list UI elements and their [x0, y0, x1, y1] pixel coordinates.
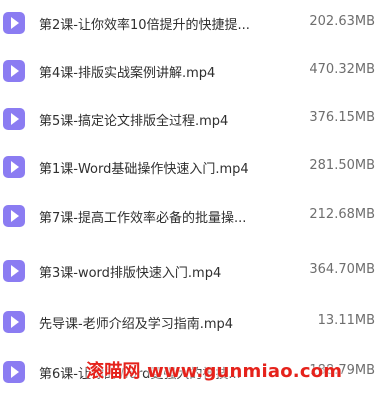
file-name: 先导课-老师介绍及学习指南.mp4 [39, 317, 234, 332]
file-size: 202.63MB [309, 14, 375, 29]
file-row[interactable]: 第4课-排版实战案例讲解.mp4 470.32MB [0, 48, 389, 96]
file-size: 212.68MB [309, 207, 375, 222]
file-name: 第2课-让你效率10倍提升的快捷提... [39, 18, 250, 33]
video-file-icon [3, 12, 25, 34]
video-file-icon [3, 205, 25, 227]
video-file-icon [3, 260, 25, 282]
file-row[interactable]: 先导课-老师介绍及学习指南.mp4 13.11MB [0, 299, 389, 347]
file-size: 13.11MB [317, 313, 375, 328]
file-row[interactable]: 第1课-Word基础操作快速入门.mp4 281.50MB [0, 144, 389, 192]
file-name: 第3课-word排版快速入门.mp4 [39, 266, 222, 281]
video-file-icon [3, 60, 25, 82]
file-name: 第5课-搞定论文排版全过程.mp4 [39, 114, 229, 129]
video-file-icon [3, 156, 25, 178]
file-size: 364.70MB [309, 262, 375, 277]
file-row[interactable]: 第2课-让你效率10倍提升的快捷提... 202.63MB [0, 0, 389, 48]
file-list: 第2课-让你效率10倍提升的快捷提... 202.63MB 第4课-排版实战案例… [0, 0, 389, 390]
video-file-icon [3, 311, 25, 333]
file-size: 376.15MB [309, 110, 375, 125]
file-name: 第4课-排版实战案例讲解.mp4 [39, 66, 216, 81]
file-name: 第7课-提高工作效率必备的批量操... [39, 211, 247, 226]
video-file-icon [3, 361, 25, 383]
video-file-icon [3, 108, 25, 130]
file-size: 281.50MB [309, 158, 375, 173]
file-row[interactable]: 第3课-word排版快速入门.mp4 364.70MB [0, 248, 389, 296]
file-row[interactable]: 第5课-搞定论文排版全过程.mp4 376.15MB [0, 96, 389, 144]
file-row[interactable]: 第7课-提高工作效率必备的批量操... 212.68MB [0, 193, 389, 241]
site-watermark: 滚喵网 www.gunmiao.com [86, 361, 343, 382]
file-size: 470.32MB [309, 62, 375, 77]
file-name: 第1课-Word基础操作快速入门.mp4 [39, 162, 249, 177]
